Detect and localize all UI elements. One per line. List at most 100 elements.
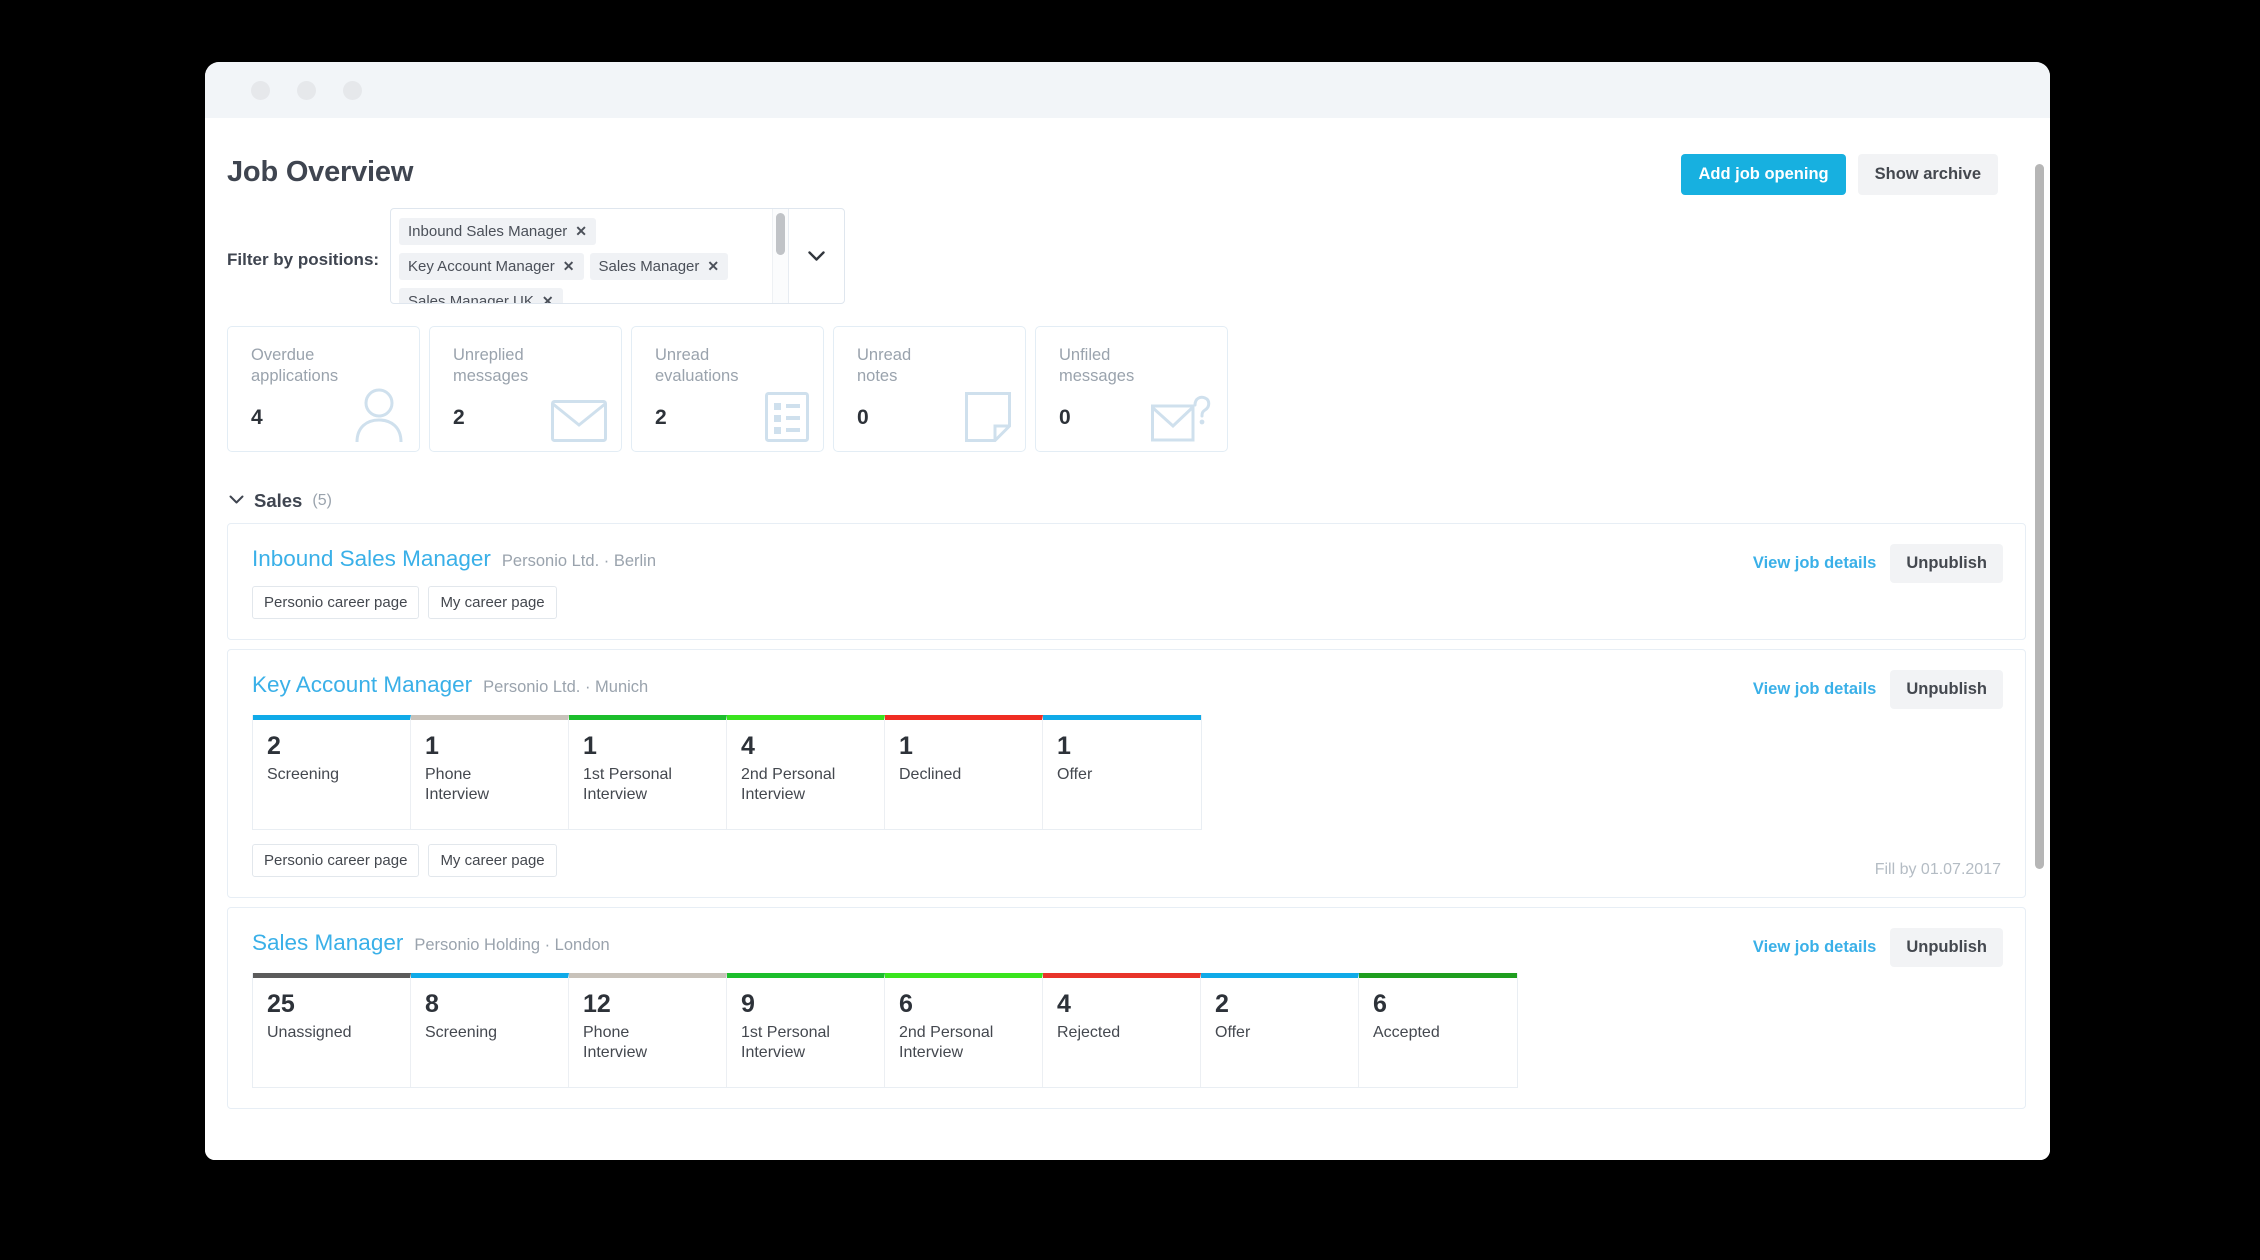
career-page-chips: Personio career page My career page [252, 586, 2025, 619]
add-job-opening-button[interactable]: Add job opening [1681, 154, 1846, 195]
filter-tag-area: Inbound Sales Manager ✕ Key Account Manage… [391, 209, 772, 303]
pipeline-stage-count: 9 [741, 990, 755, 1018]
pipeline-stage-label: Phone Interview [425, 765, 490, 803]
stat-value: 0 [1059, 406, 1071, 429]
filter-tag[interactable]: Key Account Manager ✕ [399, 253, 584, 280]
pipeline-stage-label: Accepted [1373, 1023, 1440, 1041]
pipeline-stage[interactable]: 1 Offer [1043, 715, 1201, 829]
filter-tags-scrollbar[interactable] [772, 209, 788, 303]
job-meta: Personio Ltd. · Berlin [501, 552, 656, 570]
career-page-chip[interactable]: Personio career page [252, 586, 420, 619]
hiring-pipeline: 25 Unassigned 8 Screening 12 Phone Interview 9… [252, 973, 1518, 1088]
show-archive-button[interactable]: Show archive [1857, 154, 1998, 195]
unpublish-button[interactable]: Unpublish [1890, 544, 2003, 583]
pipeline-stage-count: 6 [1373, 990, 1387, 1018]
stat-label: Unread notes [857, 346, 912, 386]
filter-tags-scroll-thumb[interactable] [776, 213, 785, 255]
pipeline-stage[interactable]: 2 Offer [1201, 973, 1359, 1087]
pipeline-stage[interactable]: 12 Phone Interview [569, 973, 727, 1087]
stat-card[interactable]: Unread notes 0 [833, 326, 1026, 452]
pipeline-stage[interactable]: 1 Declined [885, 715, 1043, 829]
filter-tag-label: Inbound Sales Manager [408, 223, 568, 240]
job-card: Key Account Manager Personio Ltd. · Munic… [227, 649, 2026, 898]
unpublish-button[interactable]: Unpublish [1890, 928, 2003, 967]
pipeline-stage[interactable]: 1 Phone Interview [411, 715, 569, 829]
window-minimize-button[interactable] [297, 81, 316, 100]
list-icon [765, 392, 809, 447]
group-header-sales[interactable]: Sales (5) [205, 452, 2050, 523]
unpublish-button[interactable]: Unpublish [1890, 670, 2003, 709]
pipeline-stage-label: Screening [425, 1023, 498, 1041]
pipeline-stage[interactable]: 2 Screening [253, 715, 411, 829]
pipeline-stage-count: 4 [1057, 990, 1071, 1018]
pipeline-stage[interactable]: 6 Accepted [1359, 973, 1517, 1087]
pipeline-stage-count: 2 [267, 732, 281, 760]
view-job-details-link[interactable]: View job details [1753, 554, 1876, 573]
chevron-down-icon [229, 492, 244, 510]
filter-tag-remove-icon[interactable]: ✕ [575, 223, 587, 240]
page-scrollbar[interactable] [2033, 124, 2046, 1124]
pipeline-stage-count: 25 [267, 990, 295, 1018]
career-page-chip[interactable]: My career page [428, 844, 557, 877]
pipeline-stage[interactable]: 25 Unassigned [253, 973, 411, 1087]
pipeline-stage[interactable]: 8 Screening [411, 973, 569, 1087]
job-title-link[interactable]: Key Account Manager [252, 672, 472, 698]
filter-tag-remove-icon[interactable]: ✕ [542, 293, 554, 303]
pipeline-stage-label: 1st Personal Interview [741, 1023, 830, 1061]
filter-tag-remove-icon[interactable]: ✕ [707, 258, 719, 275]
stat-label: Overdue applications [251, 346, 339, 386]
pipeline-stage-count: 4 [741, 732, 755, 760]
pipeline-stage-label: Phone Interview [583, 1023, 648, 1061]
view-job-details-link[interactable]: View job details [1753, 938, 1876, 957]
view-job-details-link[interactable]: View job details [1753, 680, 1876, 699]
pipeline-stage-label: Offer [1057, 765, 1093, 783]
pipeline-stage[interactable]: 4 2nd Personal Interview [727, 715, 885, 829]
window-maximize-button[interactable] [343, 81, 362, 100]
pipeline-stage[interactable]: 1 1st Personal Interview [569, 715, 727, 829]
filter-tag[interactable]: Sales Manager UK ✕ [399, 288, 563, 303]
pipeline-stage[interactable]: 6 2nd Personal Interview [885, 973, 1043, 1087]
job-title-link[interactable]: Sales Manager [252, 930, 403, 956]
note-icon [965, 392, 1011, 447]
stats-row: Overdue applications 4 Unreplied messages 2… [205, 312, 2050, 452]
fill-by-date: Fill by 01.07.2017 [1874, 861, 2001, 878]
browser-window: Job Overview Add job opening Show archiv… [205, 62, 2050, 1160]
stat-card[interactable]: Unread evaluations 2 [631, 326, 824, 452]
pipeline-stage-label: Screening [267, 765, 340, 783]
job-meta: Personio Ltd. · Munich [483, 678, 649, 696]
window-close-button[interactable] [251, 81, 270, 100]
career-page-chip[interactable]: My career page [428, 586, 557, 619]
filter-tag[interactable]: Inbound Sales Manager ✕ [399, 218, 597, 245]
person-icon [353, 386, 405, 447]
pipeline-stage-count: 1 [899, 732, 913, 760]
filter-tag-label: Sales Manager UK [408, 293, 534, 303]
page-scroll-thumb[interactable] [2035, 164, 2044, 869]
pipeline-stage-label: 1st Personal Interview [583, 765, 672, 803]
job-title-link[interactable]: Inbound Sales Manager [252, 546, 491, 572]
pipeline-stage-count: 2 [1215, 990, 1229, 1018]
filter-tag[interactable]: Sales Manager ✕ [589, 253, 729, 280]
stat-value: 4 [251, 406, 263, 429]
filter-tag-remove-icon[interactable]: ✕ [563, 258, 575, 275]
stat-label: Unfiled messages [1059, 346, 1135, 386]
stat-card[interactable]: Unfiled messages 0 [1035, 326, 1228, 452]
stat-card[interactable]: Unreplied messages 2 [429, 326, 622, 452]
envelope-icon [551, 400, 607, 447]
page-content: Job Overview Add job opening Show archiv… [205, 118, 2050, 1160]
pipeline-stage[interactable]: 4 Rejected [1043, 973, 1201, 1087]
stat-value: 2 [655, 406, 667, 429]
stat-card[interactable]: Overdue applications 4 [227, 326, 420, 452]
chevron-down-icon[interactable] [788, 209, 844, 303]
pipeline-stage-count: 1 [425, 732, 439, 760]
pipeline-stage-count: 1 [583, 732, 597, 760]
job-card: Sales Manager Personio Holding · London Vi… [227, 907, 2026, 1109]
job-card: Inbound Sales Manager Personio Ltd. · Ber… [227, 523, 2026, 640]
stat-label: Unreplied messages [453, 346, 529, 386]
job-actions: View job details Unpublish [1753, 670, 2003, 709]
pipeline-stage[interactable]: 9 1st Personal Interview [727, 973, 885, 1087]
job-meta: Personio Holding · London [414, 936, 610, 954]
header-actions: Add job opening Show archive [1681, 154, 1998, 195]
job-actions: View job details Unpublish [1753, 544, 2003, 583]
position-filter-multiselect[interactable]: Inbound Sales Manager ✕ Key Account Manage… [390, 208, 845, 304]
career-page-chip[interactable]: Personio career page [252, 844, 420, 877]
